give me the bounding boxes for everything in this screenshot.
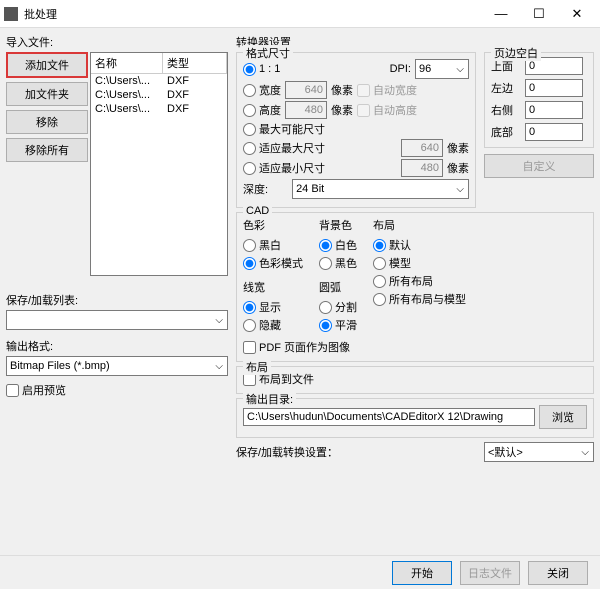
width-input[interactable]: [285, 81, 327, 99]
save-conv-label: 保存/加载转换设置：: [236, 444, 338, 460]
pdf-img-check[interactable]: PDF 页面作为图像: [243, 339, 587, 355]
fit-max-radio[interactable]: 适应最大尺寸: [243, 140, 325, 156]
table-row[interactable]: C:\Users\...DXF: [91, 74, 227, 88]
custom-button[interactable]: 自定义: [484, 154, 594, 178]
model-radio[interactable]: 模型: [373, 255, 466, 271]
max-possible-radio[interactable]: 最大可能尺寸: [243, 121, 325, 137]
lw-label: 线宽: [243, 279, 303, 295]
outdir-label: 输出目录:: [243, 391, 296, 407]
default-radio[interactable]: 默认: [373, 237, 466, 253]
close-dialog-button[interactable]: 关闭: [528, 561, 588, 585]
auto-width-check[interactable]: 自动宽度: [357, 82, 417, 98]
minimize-button[interactable]: —: [482, 0, 520, 28]
hide-radio[interactable]: 隐藏: [243, 317, 303, 333]
smooth-radio[interactable]: 平滑: [319, 317, 357, 333]
width-radio[interactable]: 宽度: [243, 82, 281, 98]
black-radio[interactable]: 黑色: [319, 255, 357, 271]
table-row[interactable]: C:\Users\...DXF: [91, 102, 227, 116]
cad-group-title: CAD: [243, 205, 272, 217]
arc-label: 圆弧: [319, 279, 357, 295]
layout-to-file-check[interactable]: 布局到文件: [243, 371, 587, 387]
px-label: 像素: [331, 82, 353, 98]
height-input[interactable]: [285, 101, 327, 119]
margin-right-input[interactable]: [525, 101, 583, 119]
app-icon: [4, 7, 18, 21]
bw-radio[interactable]: 黑白: [243, 237, 303, 253]
margin-group-title: 页边空白: [491, 45, 541, 61]
save-conv-combo[interactable]: <默认>: [484, 442, 594, 462]
start-button[interactable]: 开始: [392, 561, 452, 585]
import-label: 导入文件:: [6, 34, 228, 50]
color-radio[interactable]: 色彩模式: [243, 255, 303, 271]
white-radio[interactable]: 白色: [319, 237, 357, 253]
save-list-combo[interactable]: [6, 310, 228, 330]
layout2-title: 布局: [243, 359, 271, 375]
window-title: 批处理: [24, 6, 482, 22]
browse-button[interactable]: 浏览: [539, 405, 587, 429]
depth-combo[interactable]: 24 Bit: [292, 179, 469, 199]
format-group-title: 格式尺寸: [243, 45, 293, 61]
col-type: 类型: [163, 53, 227, 73]
save-list-label: 保存/加载列表:: [6, 292, 228, 308]
add-file-button[interactable]: 添加文件: [6, 52, 88, 78]
dpi-label: DPI:: [390, 63, 411, 75]
margin-left-input[interactable]: [525, 79, 583, 97]
color-label: 色彩: [243, 217, 303, 233]
output-fmt-label: 输出格式:: [6, 338, 228, 354]
auto-height-check[interactable]: 自动高度: [357, 102, 417, 118]
margin-bottom-input[interactable]: [525, 123, 583, 141]
outdir-input[interactable]: [243, 408, 535, 426]
bg-label: 背景色: [319, 217, 357, 233]
log-button[interactable]: 日志文件: [460, 561, 520, 585]
table-row[interactable]: C:\Users\...DXF: [91, 88, 227, 102]
show-radio[interactable]: 显示: [243, 299, 303, 315]
maximize-button[interactable]: ☐: [520, 0, 558, 28]
height-radio[interactable]: 高度: [243, 102, 281, 118]
preview-check[interactable]: 启用预览: [6, 382, 228, 398]
dpi-combo[interactable]: 96: [415, 59, 469, 79]
all-layouts-radio[interactable]: 所有布局: [373, 273, 466, 289]
file-list[interactable]: 名称 类型 C:\Users\...DXF C:\Users\...DXF C:…: [90, 52, 228, 276]
bottom-label: 底部: [491, 124, 519, 140]
all-model-radio[interactable]: 所有布局与模型: [373, 291, 466, 307]
close-button[interactable]: ✕: [558, 0, 596, 28]
split-radio[interactable]: 分割: [319, 299, 357, 315]
right-label: 右侧: [491, 102, 519, 118]
col-name: 名称: [91, 53, 163, 73]
fit-min-input[interactable]: [401, 159, 443, 177]
fit-max-input[interactable]: [401, 139, 443, 157]
add-folder-button[interactable]: 加文件夹: [6, 82, 88, 106]
left-label: 左边: [491, 80, 519, 96]
output-format-combo[interactable]: Bitmap Files (*.bmp): [6, 356, 228, 376]
layout-label: 布局: [373, 217, 466, 233]
ratio-radio[interactable]: 1 : 1: [243, 63, 280, 76]
depth-label: 深度:: [243, 181, 268, 197]
remove-button[interactable]: 移除: [6, 110, 88, 134]
fit-min-radio[interactable]: 适应最小尺寸: [243, 160, 325, 176]
remove-all-button[interactable]: 移除所有: [6, 138, 88, 162]
